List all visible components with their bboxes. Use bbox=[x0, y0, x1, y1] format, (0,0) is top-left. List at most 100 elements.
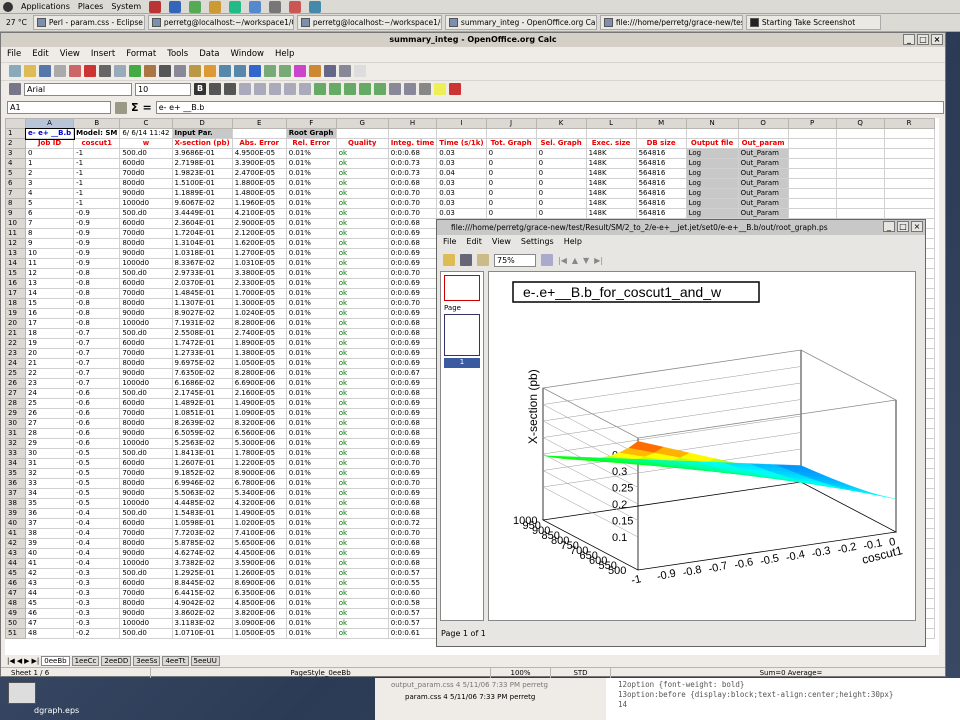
row-header[interactable]: 20 bbox=[5, 318, 26, 329]
cell[interactable] bbox=[787, 178, 837, 189]
spellcheck-icon[interactable] bbox=[129, 65, 141, 77]
add-decimal-icon[interactable] bbox=[359, 83, 371, 95]
column-header[interactable]: G bbox=[335, 118, 389, 129]
cell[interactable]: 0 bbox=[485, 158, 537, 169]
cell[interactable]: 0:0:0.69 bbox=[387, 278, 438, 289]
cell[interactable] bbox=[787, 148, 837, 159]
cell[interactable]: Out_Param bbox=[737, 208, 789, 219]
cell[interactable]: 30 bbox=[24, 448, 75, 459]
cell[interactable]: 1.2607E-01 bbox=[171, 458, 233, 469]
cell[interactable]: 2.3300E-05 bbox=[231, 278, 287, 289]
cell[interactable]: 9.6975E-02 bbox=[171, 358, 233, 369]
hyperlink-icon[interactable] bbox=[249, 65, 261, 77]
cell[interactable]: 1.1889E-01 bbox=[171, 188, 233, 199]
cell[interactable]: 0 bbox=[24, 148, 75, 159]
delete-decimal-icon[interactable] bbox=[374, 83, 386, 95]
panel-menu-applications[interactable]: Applications bbox=[21, 2, 70, 11]
cell[interactable]: 27 bbox=[24, 418, 75, 429]
cell[interactable]: 0:0:0.69 bbox=[387, 288, 438, 299]
menu-settings[interactable]: Settings bbox=[521, 235, 554, 249]
file-row[interactable]: param.css 4 5/11/06 7:33 PM perretg bbox=[375, 689, 606, 701]
calc-launcher-icon[interactable] bbox=[189, 0, 202, 13]
cell[interactable] bbox=[883, 198, 935, 209]
underline-icon[interactable] bbox=[224, 83, 236, 95]
cell[interactable]: 800d0 bbox=[119, 478, 173, 489]
cell[interactable]: 26 bbox=[24, 408, 75, 419]
cell[interactable]: -0.6 bbox=[73, 428, 121, 439]
cell[interactable]: 0.01% bbox=[285, 298, 337, 309]
cell[interactable]: 0:0:0.69 bbox=[387, 358, 438, 369]
cell[interactable]: 900d0 bbox=[119, 488, 173, 499]
cell[interactable]: 0:0:0.68 bbox=[387, 418, 438, 429]
cell[interactable]: Log bbox=[685, 148, 739, 159]
cell[interactable]: 0.01% bbox=[285, 238, 337, 249]
row-header[interactable]: 36 bbox=[5, 478, 26, 489]
cell[interactable]: 500.d0 bbox=[119, 508, 173, 519]
row-header[interactable]: 10 bbox=[5, 218, 26, 229]
cell[interactable]: 1.1960E-05 bbox=[231, 198, 287, 209]
minimize-button[interactable]: _ bbox=[883, 221, 895, 232]
cell[interactable]: 16 bbox=[24, 308, 75, 319]
menu-help[interactable]: Help bbox=[275, 47, 294, 61]
cell[interactable]: -0.5 bbox=[73, 458, 121, 469]
cell[interactable]: Log bbox=[685, 168, 739, 179]
cell[interactable]: 4.6274E-02 bbox=[171, 548, 233, 559]
cell[interactable]: 800d0 bbox=[119, 358, 173, 369]
cell[interactable]: 22 bbox=[24, 368, 75, 379]
cell[interactable]: 0.01% bbox=[285, 168, 337, 179]
cell[interactable]: DB size bbox=[635, 138, 687, 149]
cell[interactable]: ok bbox=[335, 408, 389, 419]
cell[interactable]: 38 bbox=[24, 528, 75, 539]
cell[interactable] bbox=[835, 208, 885, 219]
cell[interactable]: -0.4 bbox=[73, 538, 121, 549]
cell[interactable]: 0.01% bbox=[285, 458, 337, 469]
cell[interactable]: 1 bbox=[24, 158, 75, 169]
cell[interactable]: 36 bbox=[24, 508, 75, 519]
cell[interactable]: 1.4900E-05 bbox=[231, 508, 287, 519]
cell[interactable]: -0.7 bbox=[73, 328, 121, 339]
cell[interactable]: 1000d0 bbox=[119, 438, 173, 449]
cell[interactable]: 32 bbox=[24, 468, 75, 479]
cell[interactable]: 17 bbox=[24, 318, 75, 329]
cell[interactable]: 6.3500E-06 bbox=[231, 588, 287, 599]
cell[interactable]: 2.9733E-01 bbox=[171, 268, 233, 279]
cell[interactable]: 1.0318E-01 bbox=[171, 248, 233, 259]
cell[interactable]: 2.4700E-05 bbox=[231, 168, 287, 179]
navigator-icon[interactable] bbox=[339, 65, 351, 77]
cell[interactable]: ok bbox=[335, 178, 389, 189]
cell[interactable]: ok bbox=[335, 618, 389, 629]
cell[interactable]: 8.3367E-02 bbox=[171, 258, 233, 269]
cell[interactable]: 15 bbox=[24, 298, 75, 309]
cell[interactable]: 0.01% bbox=[285, 378, 337, 389]
cell[interactable]: 0.01% bbox=[285, 258, 337, 269]
cell[interactable]: 0.01% bbox=[285, 208, 337, 219]
cell[interactable]: Out_Param bbox=[737, 198, 789, 209]
row-header[interactable]: 30 bbox=[5, 418, 26, 429]
cell[interactable]: 0 bbox=[535, 188, 587, 199]
cell[interactable]: ok bbox=[335, 158, 389, 169]
cell[interactable]: 8.3200E-06 bbox=[231, 418, 287, 429]
cell[interactable]: 600d0 bbox=[119, 278, 173, 289]
sheet-tab[interactable]: 3eeSs bbox=[133, 656, 161, 666]
cell[interactable]: 800d0 bbox=[119, 538, 173, 549]
cell[interactable]: 1000d0 bbox=[119, 198, 173, 209]
cell[interactable]: 1.0851E-01 bbox=[171, 408, 233, 419]
cell[interactable]: 7 bbox=[24, 218, 75, 229]
column-header[interactable]: P bbox=[787, 118, 837, 129]
cell[interactable]: 6.4415E-02 bbox=[171, 588, 233, 599]
cell[interactable]: 0:0:0.58 bbox=[387, 598, 438, 609]
row-header[interactable]: 44 bbox=[5, 558, 26, 569]
firefox-launcher-icon[interactable] bbox=[149, 0, 162, 13]
cell[interactable]: 3.8200E-06 bbox=[231, 608, 287, 619]
row-header[interactable]: 25 bbox=[5, 368, 26, 379]
cell[interactable]: Job ID bbox=[24, 138, 75, 149]
cell[interactable]: 0 bbox=[485, 188, 537, 199]
cell[interactable]: 0:0:0.68 bbox=[387, 318, 438, 329]
cell[interactable]: 0:0:0.70 bbox=[387, 478, 438, 489]
cell[interactable]: 0.01% bbox=[285, 628, 337, 639]
cell[interactable]: Root Graph bbox=[285, 128, 337, 139]
network-launcher-icon[interactable] bbox=[309, 0, 322, 13]
cell[interactable]: 45 bbox=[24, 598, 75, 609]
cell[interactable]: ok bbox=[335, 278, 389, 289]
column-header[interactable]: J bbox=[485, 118, 537, 129]
